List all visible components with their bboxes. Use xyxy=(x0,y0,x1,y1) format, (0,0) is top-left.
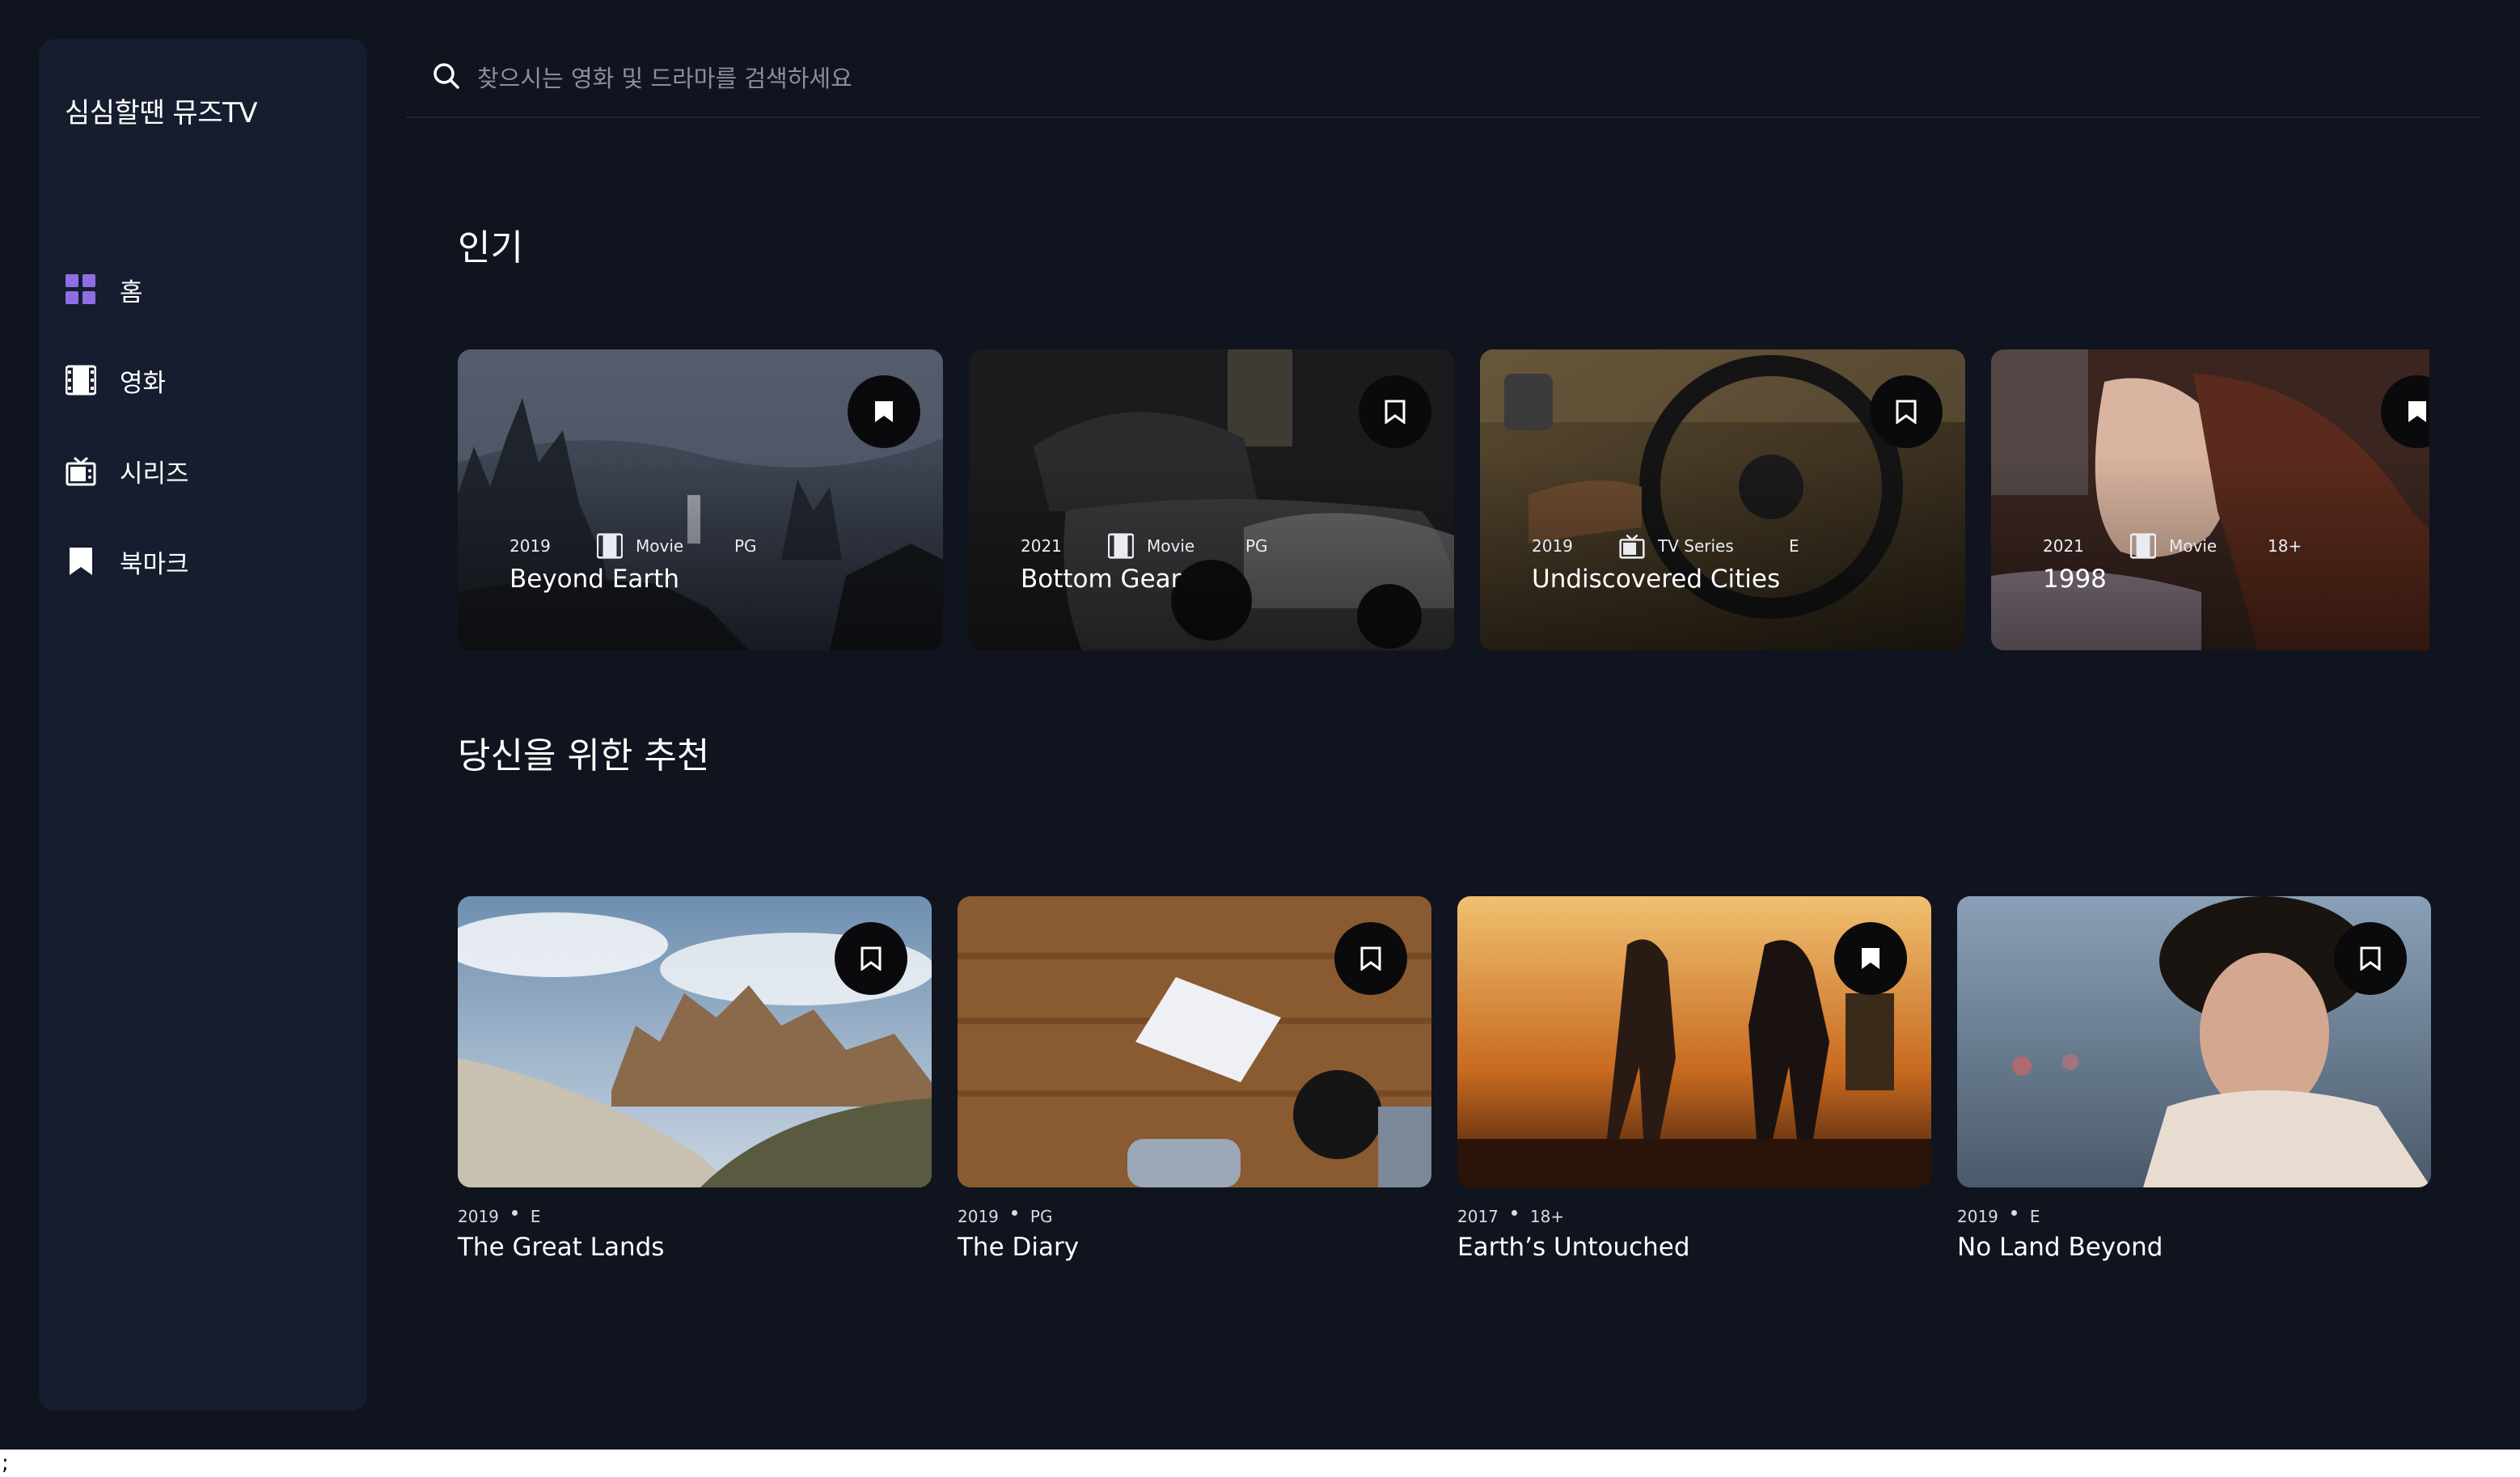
card-meta: 2019 Movie PG xyxy=(509,533,757,559)
bookmark-button[interactable] xyxy=(2334,922,2407,995)
thumbnail[interactable] xyxy=(458,896,932,1187)
card-meta: 2019 TV Series E xyxy=(1532,533,1799,559)
card-category: Movie xyxy=(2130,533,2268,559)
recommended-card[interactable]: 2017 18+ Earth’s Untouched xyxy=(1457,896,1931,1262)
trending-card[interactable]: 2019 Movie PG Beyond Earth xyxy=(458,349,943,650)
bookmark-icon xyxy=(875,401,893,422)
bookmark-button[interactable] xyxy=(1334,922,1407,995)
trending-card[interactable]: 2019 TV Series E Undiscovered Cities xyxy=(1480,349,1965,650)
sidebar-item-home[interactable]: 홈 xyxy=(65,244,356,335)
card-rating: 18+ xyxy=(1529,1207,1565,1226)
separator-dot xyxy=(2011,1209,2017,1216)
bookmark-icon xyxy=(860,946,882,971)
trending-title: 인기 xyxy=(458,227,523,269)
card-category: TV Series xyxy=(1619,533,1789,559)
card-title: Beyond Earth xyxy=(509,565,679,594)
card-year: 2019 xyxy=(509,536,551,556)
film-icon xyxy=(597,533,623,559)
sidebar-item-bookmarks[interactable]: 북마크 xyxy=(65,516,356,607)
card-meta: 2021 Movie PG xyxy=(1021,533,1268,559)
card-year: 2019 xyxy=(1532,536,1573,556)
recommended-title: 당신을 위한 추천 xyxy=(458,735,710,777)
card-meta: 2017 18+ xyxy=(1457,1205,1931,1228)
sidebar-nav: 홈 영화 시리즈 북마크 xyxy=(65,244,356,607)
card-title: No Land Beyond xyxy=(1957,1233,2163,1262)
bookmark-button[interactable] xyxy=(835,922,907,995)
thumbnail[interactable] xyxy=(1457,896,1931,1187)
sidebar-item-label: 홈 xyxy=(120,277,143,307)
search-input[interactable] xyxy=(476,55,2420,102)
thumbnail[interactable] xyxy=(958,896,1431,1187)
sidebar-item-label: 북마크 xyxy=(120,549,189,579)
card-category-label: Movie xyxy=(2169,536,2218,556)
card-rating: E xyxy=(530,1207,541,1226)
separator-dot xyxy=(1511,1209,1517,1216)
sidebar-item-label: 영화 xyxy=(120,368,167,398)
card-year: 2017 xyxy=(1457,1207,1499,1226)
card-title: Undiscovered Cities xyxy=(1532,565,1781,594)
card-rating: PG xyxy=(1245,536,1268,556)
card-category: Movie xyxy=(1108,533,1245,559)
film-icon xyxy=(2130,533,2156,559)
card-rating: E xyxy=(2029,1207,2040,1226)
card-year: 2019 xyxy=(958,1207,999,1226)
thumbnail[interactable] xyxy=(1957,896,2431,1187)
film-icon xyxy=(65,364,97,396)
poster-overlay xyxy=(1991,349,2429,650)
sidebar: 심심할땐 뮤즈TV 홈 영화 시리즈 북마크 xyxy=(39,39,367,1411)
card-category-label: TV Series xyxy=(1658,536,1734,556)
recommended-card[interactable]: 2019 E The Great Lands xyxy=(458,896,932,1262)
card-year: 2021 xyxy=(2043,536,2084,556)
card-title: The Great Lands xyxy=(458,1233,665,1262)
card-title: Bottom Gear xyxy=(1021,565,1182,594)
sidebar-item-series[interactable]: 시리즈 xyxy=(65,425,356,516)
bookmark-icon xyxy=(2408,401,2426,422)
separator-dot xyxy=(1011,1209,1017,1216)
bookmark-icon xyxy=(65,545,97,578)
card-category-label: Movie xyxy=(636,536,684,556)
card-year: 2019 xyxy=(458,1207,499,1226)
card-meta: 2019 E xyxy=(1957,1205,2431,1228)
tv-icon xyxy=(65,455,97,487)
bookmark-icon xyxy=(1385,400,1406,424)
bookmark-icon xyxy=(1862,948,1879,969)
brand-logo[interactable]: 심심할땐 뮤즈TV xyxy=(65,91,258,130)
sidebar-item-movies[interactable]: 영화 xyxy=(65,335,356,425)
card-category: Movie xyxy=(597,533,734,559)
card-rating: E xyxy=(1789,536,1799,556)
card-title: The Diary xyxy=(958,1233,1080,1262)
trending-carousel: 2019 Movie PG Beyond Earth 2021 Movie PG… xyxy=(458,349,2429,650)
recommended-card[interactable]: 2019 E No Land Beyond xyxy=(1957,896,2431,1262)
card-meta: 2021 Movie 18+ xyxy=(2043,533,2302,559)
recommended-card[interactable]: 2019 PG The Diary xyxy=(958,896,1431,1262)
app-window: 심심할땐 뮤즈TV 홈 영화 시리즈 북마크 찾으시는 영화 및 드라마를 검색… xyxy=(0,0,2520,1449)
search-icon[interactable] xyxy=(432,61,464,94)
card-category-label: Movie xyxy=(1147,536,1195,556)
search-bar xyxy=(406,45,2481,118)
bookmark-icon xyxy=(1896,400,1917,424)
card-rating: PG xyxy=(734,536,757,556)
stray-text: ; xyxy=(2,1451,9,1475)
card-title: Earth’s Untouched xyxy=(1457,1233,1690,1262)
card-rating: PG xyxy=(1030,1207,1053,1226)
card-meta: 2019 PG xyxy=(958,1205,1431,1228)
card-title: 1998 xyxy=(2043,565,2107,594)
card-year: 2019 xyxy=(1957,1207,1998,1226)
tv-icon xyxy=(1619,534,1645,559)
film-icon xyxy=(1108,533,1134,559)
sidebar-item-label: 시리즈 xyxy=(120,459,189,489)
bookmark-button[interactable] xyxy=(1359,375,1431,448)
separator-dot xyxy=(511,1209,518,1216)
trending-card[interactable]: 2021 Movie PG Bottom Gear xyxy=(969,349,1454,650)
grid-icon xyxy=(65,273,97,306)
trending-card[interactable]: 2021 Movie 18+ 1998 xyxy=(1991,349,2429,650)
bookmark-button[interactable] xyxy=(848,375,920,448)
card-rating: 18+ xyxy=(2268,536,2302,556)
card-year: 2021 xyxy=(1021,536,1062,556)
bookmark-icon xyxy=(2360,946,2381,971)
card-meta: 2019 E xyxy=(458,1205,932,1228)
bookmark-button[interactable] xyxy=(1870,375,1943,448)
bookmark-icon xyxy=(1360,946,1381,971)
bookmark-button[interactable] xyxy=(1834,922,1907,995)
